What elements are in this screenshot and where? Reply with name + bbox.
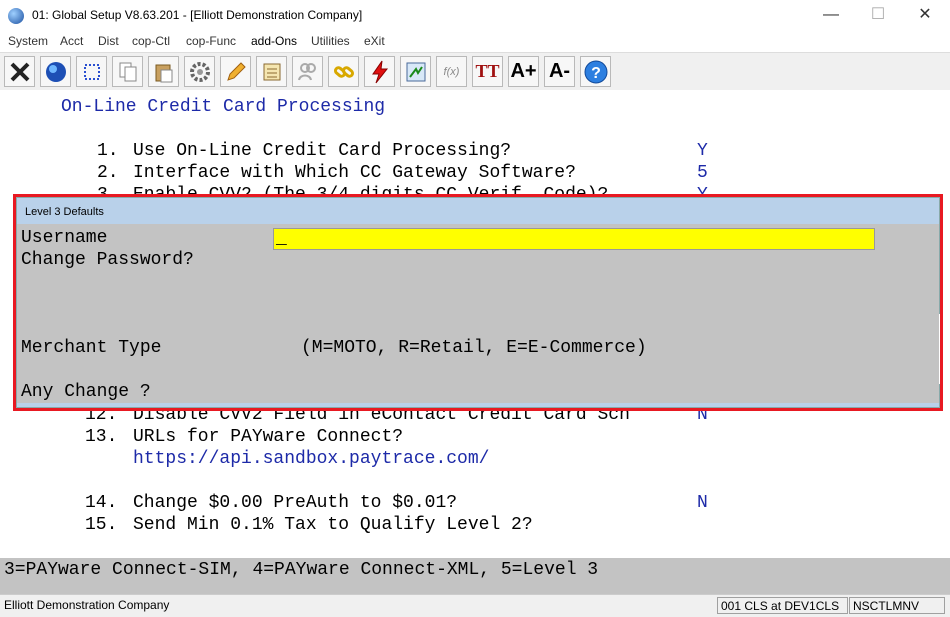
item-number: 14.: [85, 493, 118, 513]
globe-icon[interactable]: [40, 56, 71, 87]
link-icon[interactable]: [328, 56, 359, 87]
menu-dist[interactable]: Dist: [98, 34, 119, 48]
calculator-icon[interactable]: [400, 56, 431, 87]
menu-utilities[interactable]: Utilities: [311, 34, 350, 48]
item-label: URLs for PAYware Connect?: [133, 427, 404, 447]
select-icon[interactable]: [76, 56, 107, 87]
font-increase-icon[interactable]: A+: [508, 56, 539, 87]
close-button[interactable]: ✕: [905, 4, 945, 26]
item-label: Send Min 0.1% Tax to Qualify Level 2?: [133, 515, 533, 535]
minimize-button[interactable]: —: [811, 4, 851, 26]
settings-gear-icon[interactable]: [184, 56, 215, 87]
status-session: 001 CLS at DEV1CLS: [717, 597, 848, 614]
toolbar: f(x) TT A+ A- ?: [0, 52, 950, 92]
app-icon: [8, 8, 24, 24]
help-line: 3=PAYware Connect-SIM, 4=PAYware Connect…: [0, 558, 950, 594]
item-label: Use On-Line Credit Card Processing?: [133, 141, 512, 161]
item-value[interactable]: 5: [697, 163, 708, 183]
font-decrease-icon[interactable]: A-: [544, 56, 575, 87]
lightning-icon[interactable]: [364, 56, 395, 87]
menu-cop-ctl[interactable]: cop-Ctl: [132, 34, 170, 48]
menu-add-ons[interactable]: add-Ons: [251, 34, 297, 48]
copy-icon[interactable]: [112, 56, 143, 87]
svg-text:?: ?: [591, 65, 601, 82]
item-number: 13.: [85, 427, 118, 447]
item-label: Change $0.00 PreAuth to $0.01?: [133, 493, 458, 513]
notes-icon[interactable]: [256, 56, 287, 87]
menu-acct[interactable]: Acct: [60, 34, 83, 48]
status-bar: Elliott Demonstration Company 001 CLS at…: [0, 594, 950, 617]
item-number: 15.: [85, 515, 118, 535]
close-x-icon[interactable]: [4, 56, 35, 87]
highlight-frame: [13, 194, 943, 411]
page-title: On-Line Credit Card Processing: [61, 97, 386, 117]
paste-icon[interactable]: [148, 56, 179, 87]
status-terminal: NSCTLMNV: [849, 597, 945, 614]
help-text: 3=PAYware Connect-SIM, 4=PAYware Connect…: [4, 560, 599, 580]
item-number: 1.: [97, 141, 119, 161]
url-value[interactable]: https://api.sandbox.paytrace.com/: [133, 449, 489, 469]
status-company: Elliott Demonstration Company: [4, 598, 170, 612]
window-title: 01: Global Setup V8.63.201 - [Elliott De…: [32, 8, 363, 22]
item-value[interactable]: Y: [697, 141, 708, 161]
menu-cop-func[interactable]: cop-Func: [186, 34, 236, 48]
users-icon[interactable]: [292, 56, 323, 87]
font-icon[interactable]: TT: [472, 56, 503, 87]
item-number: 2.: [97, 163, 119, 183]
title-bar: 01: Global Setup V8.63.201 - [Elliott De…: [0, 0, 950, 31]
item-label: Interface with Which CC Gateway Software…: [133, 163, 576, 183]
function-icon[interactable]: f(x): [436, 56, 467, 87]
menu-exit[interactable]: eXit: [364, 34, 385, 48]
item-value[interactable]: N: [697, 493, 708, 513]
maximize-button[interactable]: ☐: [858, 4, 898, 26]
menu-bar: System Acct Dist cop-Ctl cop-Func add-On…: [0, 31, 950, 51]
menu-system[interactable]: System: [8, 34, 48, 48]
help-icon[interactable]: ?: [580, 56, 611, 87]
edit-pencil-icon[interactable]: [220, 56, 251, 87]
